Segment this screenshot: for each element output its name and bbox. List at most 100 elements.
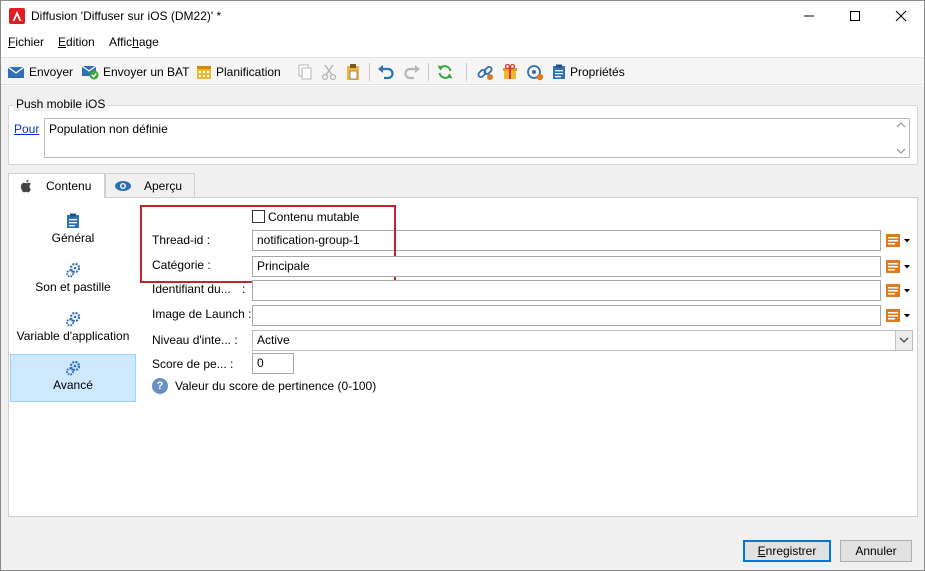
maximize-icon: [850, 11, 860, 21]
title-bar: Diffusion 'Diffuser sur iOS (DM22)' *: [1, 1, 924, 31]
identifier-label: Identifiant du...: [152, 282, 231, 296]
expression-editor-icon: [886, 284, 910, 297]
menu-edition-rest: dition: [66, 35, 95, 49]
sidebar-item-label: Son et pastille: [35, 280, 111, 294]
maximize-button[interactable]: [832, 1, 878, 31]
toolbar-separator: [466, 63, 467, 81]
population-textarea[interactable]: Population non définie: [44, 118, 910, 158]
close-button[interactable]: [878, 1, 924, 31]
undo-icon: [378, 65, 394, 80]
category-label: Catégorie :: [152, 258, 211, 272]
gears-icon: [66, 360, 81, 376]
send-proof-button[interactable]: Envoyer un BAT: [81, 62, 189, 82]
undo-button[interactable]: [377, 63, 395, 81]
dropdown-button[interactable]: [895, 331, 912, 350]
interruption-level-select[interactable]: Active: [252, 330, 913, 351]
launch-image-edit-button[interactable]: [885, 306, 915, 326]
redo-button[interactable]: [403, 63, 421, 81]
close-icon: [895, 10, 907, 22]
schedule-label: Planification: [216, 65, 281, 79]
link-button[interactable]: [476, 63, 494, 81]
identifier-colon: :: [242, 282, 246, 296]
launch-image-label: Image de Launch :: [152, 307, 252, 321]
sidebar-item-advanced[interactable]: Avancé: [10, 354, 136, 402]
population-scrollbar[interactable]: [893, 119, 909, 157]
menu-mnemonic: h: [132, 35, 139, 49]
paste-button[interactable]: [344, 63, 362, 81]
save-button[interactable]: Enregistrer: [743, 540, 831, 562]
relevance-help-text: Valeur du score de pertinence (0-100): [175, 379, 377, 393]
identifier-input[interactable]: [252, 280, 881, 301]
window-title: Diffusion 'Diffuser sur iOS (DM22)' *: [31, 9, 222, 23]
target-group-title: Push mobile iOS: [13, 97, 109, 111]
menu-edition[interactable]: Edition: [58, 35, 95, 49]
cut-icon: [321, 64, 337, 81]
refresh-button[interactable]: [436, 63, 454, 81]
eye-icon: [115, 180, 131, 191]
population-text: Population non définie: [49, 122, 168, 136]
expression-editor-icon: [886, 260, 910, 273]
target-link[interactable]: Pour: [14, 122, 39, 136]
sidebar-item-app-variable[interactable]: Variable d'application: [10, 306, 136, 352]
launch-image-input[interactable]: [252, 305, 881, 326]
copy-icon: [298, 64, 312, 80]
identifier-edit-button[interactable]: [885, 281, 915, 301]
interruption-level-value: Active: [257, 333, 290, 347]
relevance-score-input[interactable]: 0: [252, 353, 294, 374]
apple-icon: [20, 179, 31, 193]
menu-affichage-rest: age: [138, 35, 159, 49]
save-label-rest: nregistrer: [765, 544, 817, 558]
copy-button[interactable]: [296, 63, 314, 81]
sidebar-item-label: Général: [51, 231, 95, 245]
minimize-icon: [804, 15, 814, 17]
category-input[interactable]: Principale: [252, 256, 881, 277]
sidebar-item-sound-badge[interactable]: Son et pastille: [10, 257, 136, 303]
save-mnemonic: E: [757, 544, 766, 558]
tab-apercu[interactable]: Aperçu: [105, 173, 195, 197]
gift-icon: [503, 63, 517, 79]
relevance-score-label: Score de pe... :: [152, 357, 234, 371]
properties-label: Propriétés: [570, 65, 625, 79]
scroll-arrows-icon: [896, 122, 906, 154]
tab-contenu[interactable]: Contenu: [8, 173, 105, 198]
toolbar-separator: [369, 63, 370, 81]
category-edit-button[interactable]: [885, 257, 915, 277]
schedule-button[interactable]: Planification: [196, 62, 281, 82]
expression-editor-icon: [886, 234, 910, 247]
redo-icon: [404, 65, 420, 80]
properties-button[interactable]: Propriétés: [552, 62, 625, 82]
sidebar-item-label: Variable d'application: [16, 329, 130, 343]
tab-apercu-label: Aperçu: [144, 178, 183, 193]
send-button[interactable]: Envoyer: [7, 62, 73, 82]
expression-editor-icon: [886, 309, 910, 322]
sidebar-item-label: Avancé: [53, 378, 93, 392]
menu-fichier-rest: ichier: [15, 35, 45, 49]
refresh-icon: [437, 65, 453, 79]
target-button[interactable]: [526, 63, 544, 81]
menu-bar: Fichier Edition Affichage: [1, 31, 924, 53]
menu-fichier[interactable]: Fichier: [8, 35, 44, 49]
clipboard-icon: [553, 64, 565, 79]
envelope-icon: [7, 66, 25, 78]
toolbar: Envoyer Envoyer un BAT Planification Pro…: [1, 57, 924, 85]
send-label: Envoyer: [29, 65, 74, 79]
sidebar-item-general[interactable]: Général: [10, 208, 136, 254]
tab-contenu-label: Contenu: [46, 179, 92, 193]
gears-icon: [66, 311, 81, 327]
cut-button[interactable]: [320, 63, 338, 81]
chevron-down-icon: [899, 337, 909, 343]
menu-affichage-start: Affic: [109, 35, 133, 49]
paste-icon: [347, 64, 359, 80]
calendar-icon: [197, 66, 211, 79]
cancel-button[interactable]: Annuler: [840, 540, 912, 562]
envelope-check-icon: [81, 65, 99, 80]
toolbar-separator: [428, 63, 429, 81]
gears-icon: [66, 262, 81, 278]
minimize-button[interactable]: [786, 1, 832, 31]
dialog-window: Diffusion 'Diffuser sur iOS (DM22)' * Fi…: [0, 0, 925, 571]
interruption-level-label: Niveau d'inte... :: [152, 333, 238, 347]
menu-affichage[interactable]: Affichage: [109, 35, 159, 49]
thread-id-edit-button[interactable]: [885, 231, 915, 251]
send-proof-label: Envoyer un BAT: [103, 65, 190, 79]
gift-button[interactable]: [501, 63, 519, 81]
